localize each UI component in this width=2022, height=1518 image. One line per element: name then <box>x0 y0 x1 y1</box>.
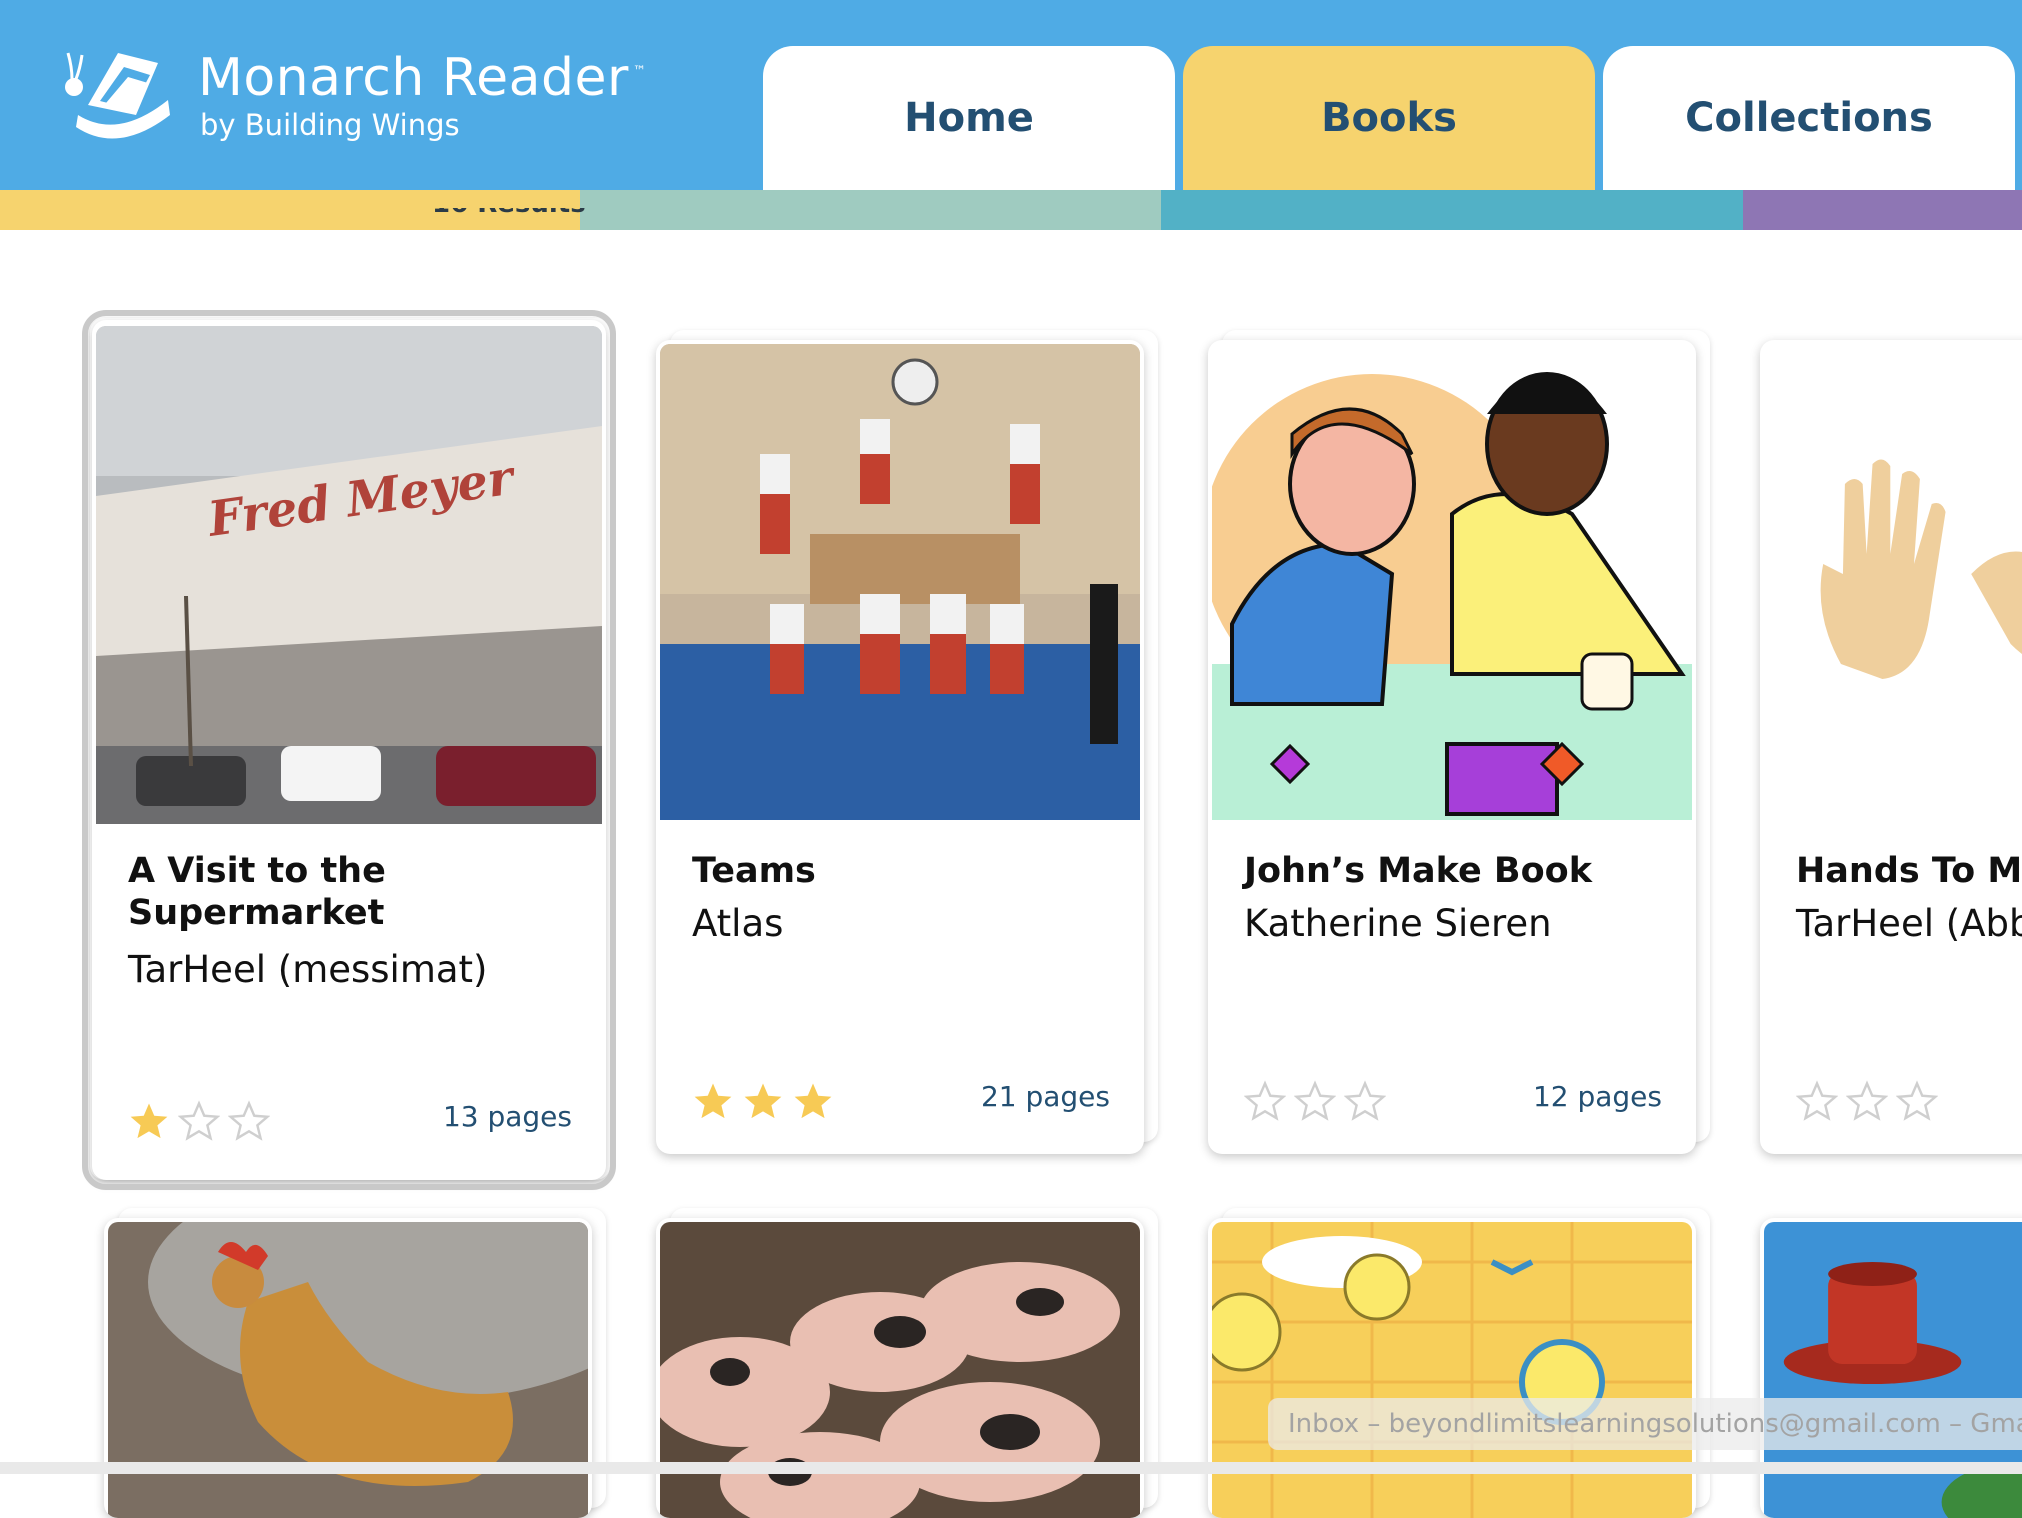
book-thumbnail <box>1764 344 2022 820</box>
star-empty-icon[interactable] <box>228 1100 270 1142</box>
rating-stars[interactable] <box>692 1080 834 1122</box>
book-title: Teams <box>692 851 816 891</box>
star-filled-icon[interactable] <box>692 1080 734 1122</box>
star-empty-icon[interactable] <box>1344 1080 1386 1122</box>
results-count: 16 Results <box>432 208 586 230</box>
book-thumbnail <box>660 344 1140 820</box>
book-card-johns-make-book[interactable]: John’s Make Book Katherine Sieren 12 pag… <box>1208 340 1696 1154</box>
color-stripe-teal <box>1161 190 1743 230</box>
browser-tab-tooltip: Inbox – beyondlimitslearningsolutions@gm… <box>1268 1398 2022 1450</box>
star-filled-icon[interactable] <box>128 1100 170 1142</box>
book-thumbnail <box>1212 344 1692 820</box>
book-author: Atlas <box>692 902 784 945</box>
rating-stars[interactable] <box>1244 1080 1386 1122</box>
page-count: 21 pages <box>980 1080 1110 1113</box>
color-stripe-purple <box>1743 190 2022 230</box>
book-title: Hands To My <box>1796 851 2022 891</box>
page-count: 12 pages <box>1532 1080 1662 1113</box>
star-empty-icon[interactable] <box>1846 1080 1888 1122</box>
star-filled-icon[interactable] <box>742 1080 784 1122</box>
star-empty-icon[interactable] <box>1244 1080 1286 1122</box>
page-count: 13 pages <box>442 1100 572 1133</box>
window-bottom-edge <box>0 1462 2022 1474</box>
book-card-hands-to-my[interactable]: Hands To My TarHeel (Abb <box>1760 340 2022 1154</box>
book-author: TarHeel (messimat) <box>128 948 488 991</box>
star-empty-icon[interactable] <box>178 1100 220 1142</box>
tab-home-label: Home <box>904 95 1034 141</box>
star-empty-icon[interactable] <box>1294 1080 1336 1122</box>
book-card-supermarket[interactable]: Fred Meyer A Visit to the Supermarket Ta… <box>82 310 616 1190</box>
tab-collections-label: Collections <box>1685 95 1933 141</box>
star-filled-icon[interactable] <box>792 1080 834 1122</box>
book-title: John’s Make Book <box>1244 851 1592 891</box>
app-header: Monarch Reader ™ by Building Wings Home B… <box>0 0 2022 190</box>
trademark-symbol: ™ <box>632 64 647 79</box>
book-author: TarHeel (Abb <box>1796 902 2022 945</box>
rating-stars[interactable] <box>1796 1080 1938 1122</box>
book-author: Katherine Sieren <box>1244 902 1552 945</box>
book-thumbnail: Fred Meyer <box>96 326 602 824</box>
butterfly-book-logo-icon[interactable] <box>58 45 176 145</box>
tab-home[interactable]: Home <box>763 46 1175 190</box>
book-title: A Visit to the Supermarket <box>128 851 386 933</box>
rating-stars[interactable] <box>128 1100 270 1142</box>
tab-books-label: Books <box>1321 95 1457 141</box>
tab-collections[interactable]: Collections <box>1603 46 2015 190</box>
app-subtitle: by Building Wings <box>200 108 460 142</box>
star-empty-icon[interactable] <box>1896 1080 1938 1122</box>
tab-books[interactable]: Books <box>1183 46 1595 190</box>
book-card-teams[interactable]: Teams Atlas 21 pages <box>656 340 1144 1154</box>
app-title: Monarch Reader ™ <box>198 48 647 108</box>
color-stripe-sage <box>580 190 1161 230</box>
star-empty-icon[interactable] <box>1796 1080 1838 1122</box>
